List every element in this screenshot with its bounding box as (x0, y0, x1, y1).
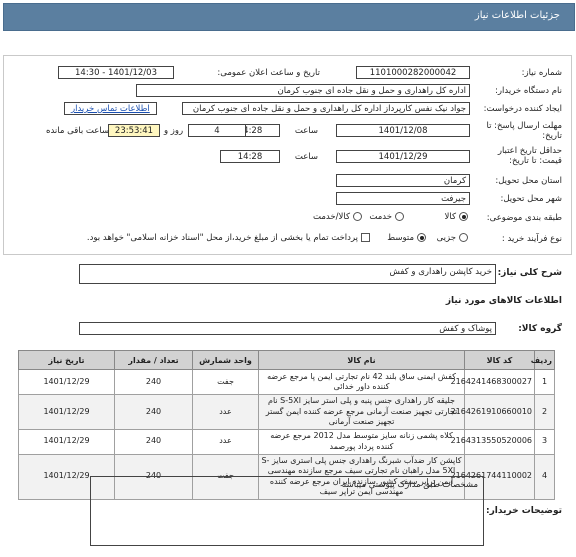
cell-date: 1401/12/29 (18, 428, 115, 455)
process-option-minor[interactable]: جزیی (437, 233, 468, 243)
cell-date: 1401/12/29 (18, 369, 115, 395)
col-header-unit: واحد شمارش (192, 350, 259, 370)
province-label: استان محل تحویل: (495, 176, 562, 186)
cell-code: 2164241468300027 (451, 369, 535, 395)
goods-group-field[interactable]: پوشاک و کفش (79, 322, 496, 335)
summary-label: شرح کلی نیاز: (497, 268, 562, 278)
days-label: روز و (164, 126, 184, 136)
creator-field[interactable]: جواد نیک نفس کارپرداز اداره کل راهداری و… (182, 102, 470, 115)
cell-unit: جفت (192, 369, 259, 395)
buyer-notes-field[interactable]: مشخصات طبق مدارک پیوستی میباشد (90, 476, 484, 546)
summary-field[interactable]: خرید کاپشن راهداری و کفش (79, 264, 496, 284)
buyer-notes-label: توضیحات خریدار: (486, 506, 562, 516)
buyer-org-field[interactable]: اداره کل راهداری و حمل و نقل جاده ای جنو… (136, 84, 470, 97)
radio-icon (417, 233, 426, 242)
category-label: طبقه بندی موضوعی: (486, 213, 562, 223)
deadline-label-line1: مهلت ارسال پاسخ: تا (486, 121, 562, 131)
announce-field[interactable]: 1401/12/03 - 14:30 (58, 66, 174, 79)
goods-group-label: گروه کالا: (518, 324, 562, 334)
treasury-payment-checkbox[interactable]: پرداخت تمام یا بخشی از مبلغ خرید،از محل … (87, 233, 370, 243)
radio-icon (353, 212, 362, 221)
process-option-medium[interactable]: متوسط (387, 233, 426, 243)
cell-code: 2164313550520006 (451, 428, 535, 455)
col-header-name: نام کالا (258, 350, 465, 370)
col-header-date: تاریخ نیاز (18, 350, 115, 370)
goods-section-title: اطلاعات کالاهای مورد نیاز (445, 296, 562, 306)
checkbox-icon (361, 233, 370, 242)
city-label: شهر محل تحویل: (500, 194, 562, 204)
cell-row-number: 4 (534, 453, 555, 500)
cell-name: جلیقه کار راهداری جنس پنبه و پلی استر سا… (258, 394, 465, 430)
cell-date: 1401/12/29 (18, 394, 115, 430)
radio-icon (459, 233, 468, 242)
province-field[interactable]: کرمان (336, 174, 470, 187)
validity-time-label: ساعت (294, 152, 318, 162)
col-header-qty: تعداد / مقدار (114, 350, 193, 370)
need-number-field[interactable]: 1101000282000042 (356, 66, 470, 79)
cell-qty: 240 (114, 394, 193, 430)
days-remaining-field[interactable]: 4 (188, 124, 246, 137)
cell-code: 2164261910660010 (451, 394, 535, 430)
col-header-row: ردیف (531, 350, 555, 370)
time-remaining-field: 23:53:41 (108, 124, 160, 137)
cell-row-number: 1 (534, 369, 555, 395)
cell-unit: عدد (192, 394, 259, 430)
cell-name: کفش ایمنی ساق بلند 42 نام تجارتی ایمن پا… (258, 369, 465, 395)
city-field[interactable]: جیرفت (336, 192, 470, 205)
category-option-goods-service[interactable]: کالا/خدمت (313, 212, 362, 222)
creator-label: ایجاد کننده درخواست: (483, 104, 562, 114)
cell-unit: عدد (192, 428, 259, 455)
page-header: جزئیات اطلاعات نیاز (3, 3, 575, 31)
deadline-date-field[interactable]: 1401/12/08 (336, 124, 470, 137)
radio-icon (395, 212, 404, 221)
table-header-row: ردیف کد کالا نام کالا واحد شمارش تعداد /… (18, 350, 555, 370)
category-option-goods[interactable]: کالا (445, 212, 468, 222)
buyer-contact-link[interactable]: اطلاعات تماس خریدار (64, 102, 157, 115)
radio-icon (459, 212, 468, 221)
page-title: جزئیات اطلاعات نیاز (474, 10, 560, 21)
time-remaining-label: ساعت باقی مانده (46, 126, 110, 136)
buyer-org-label: نام دستگاه خریدار: (495, 86, 562, 96)
announce-label: تاریخ و ساعت اعلان عمومی: (217, 68, 320, 78)
cell-row-number: 3 (534, 428, 555, 455)
cell-name: کلاه پشمی زنانه سایز متوسط مدل 2012 مرجع… (258, 428, 465, 455)
need-number-label: شماره نیاز: (521, 68, 562, 78)
table-row[interactable]: 2 2164261910660010 جلیقه کار راهداری جنس… (18, 394, 555, 430)
validity-label-line1: حداقل تاریخ اعتبار (497, 146, 562, 156)
col-header-code: کد کالا (464, 350, 535, 370)
category-option-service[interactable]: خدمت (369, 212, 404, 222)
deadline-time-label: ساعت (294, 126, 318, 136)
validity-date-field[interactable]: 1401/12/29 (336, 150, 470, 163)
process-label: نوع فرآیند خرید : (501, 234, 562, 244)
table-row[interactable]: 1 2164241468300027 کفش ایمنی ساق بلند 42… (18, 369, 555, 395)
table-row[interactable]: 3 2164313550520006 کلاه پشمی زنانه سایز … (18, 428, 555, 455)
cell-qty: 240 (114, 369, 193, 395)
validity-label-line2: قیمت: تا تاریخ: (509, 156, 562, 166)
validity-time-field[interactable]: 14:28 (220, 150, 280, 163)
cell-row-number: 2 (534, 394, 555, 430)
deadline-label-line2: تاریخ: (542, 131, 562, 141)
cell-qty: 240 (114, 428, 193, 455)
